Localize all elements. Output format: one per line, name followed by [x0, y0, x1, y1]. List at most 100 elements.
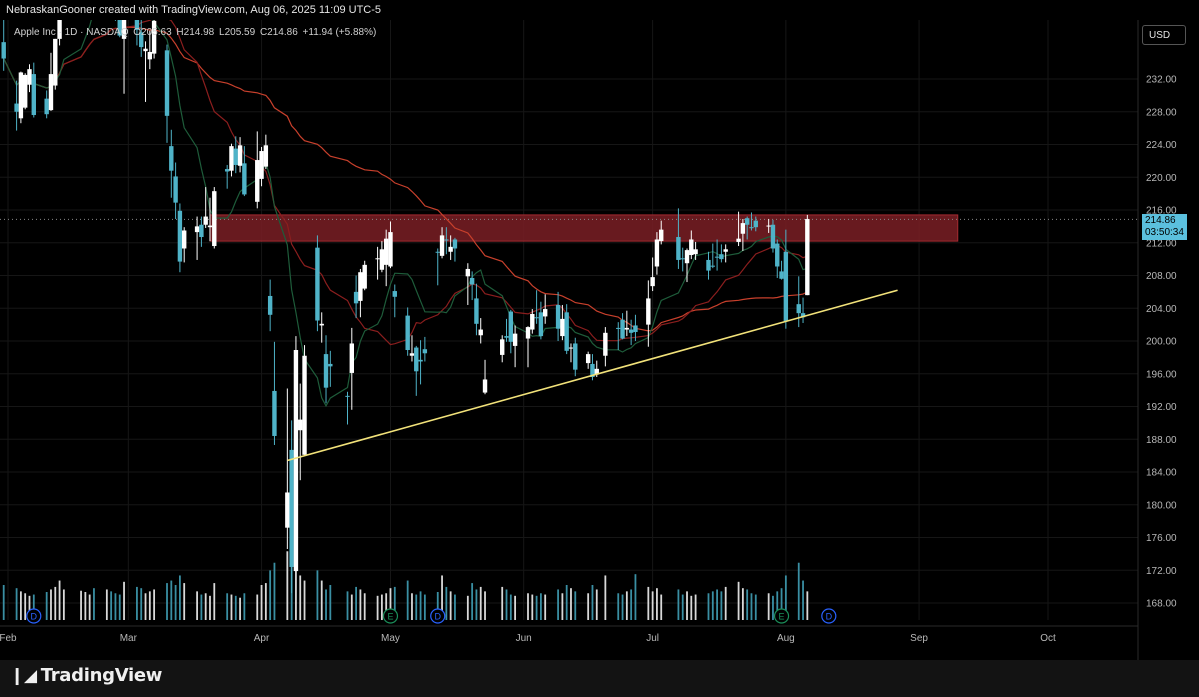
- volume-bar: [62, 589, 65, 620]
- price-chart[interactable]: D E D E D 168.00 172.00 176.00 180.00 184.00 188.0…: [0, 20, 1199, 660]
- volume-bar: [681, 594, 684, 620]
- candle: [796, 276, 801, 328]
- volume-bar: [720, 591, 723, 620]
- candle: [164, 44, 170, 143]
- candle-body: [482, 379, 488, 393]
- candle: [139, 20, 144, 57]
- volume-bar: [200, 594, 203, 620]
- candle: [482, 359, 488, 395]
- time-tick-label: Oct: [1040, 633, 1056, 644]
- volume-bar: [621, 594, 624, 620]
- candle-body: [383, 238, 389, 265]
- candle-body: [27, 69, 32, 85]
- price-tick-label: 200.00: [1146, 337, 1177, 348]
- candle: [779, 260, 784, 280]
- candle-body: [530, 313, 535, 330]
- time-tick-label: Sep: [910, 633, 928, 644]
- price-tick-label: 192.00: [1146, 402, 1177, 413]
- candle-body: [573, 343, 578, 370]
- candle-body: [740, 223, 746, 234]
- volume-bar: [380, 594, 383, 620]
- volume-bar: [445, 586, 448, 620]
- event-marker-label: E: [779, 612, 785, 622]
- volume-bar: [411, 593, 413, 620]
- candle: [680, 247, 685, 272]
- price-tick-label: 176.00: [1146, 533, 1177, 544]
- legend-symbol: Apple Inc · 1D · NASDAQ: [14, 27, 129, 38]
- candle-body: [723, 249, 728, 252]
- currency-button[interactable]: USD: [1142, 25, 1186, 45]
- candle-body: [143, 48, 148, 52]
- last-price-tag: 214.86 03:50:34: [1142, 214, 1187, 240]
- event-marker-dividend: D: [26, 608, 42, 624]
- candle: [263, 134, 269, 170]
- candle: [534, 290, 539, 324]
- candle-body: [633, 325, 638, 332]
- candle-body: [710, 265, 715, 267]
- candle: [770, 219, 776, 253]
- volume-bar: [724, 586, 727, 620]
- volume-bar: [423, 594, 426, 620]
- support-trendline: [287, 289, 898, 462]
- candle: [723, 244, 728, 263]
- candle-body: [224, 169, 230, 172]
- volume-bar: [299, 575, 302, 620]
- tradingview-logo[interactable]: ❙◢ TradingView: [10, 665, 162, 686]
- candle: [585, 351, 591, 369]
- candle: [173, 162, 178, 220]
- candle-body: [349, 343, 355, 373]
- candle: [255, 131, 260, 209]
- candle-body: [242, 163, 247, 195]
- event-marker-earnings: E: [773, 608, 790, 624]
- candle: [1, 20, 6, 71]
- volume-bar: [514, 595, 517, 620]
- event-marker-dividend: D: [430, 608, 446, 624]
- volume-bar: [591, 585, 594, 620]
- volume-bar: [230, 594, 233, 620]
- price-tick-label: 232.00: [1146, 75, 1177, 86]
- candle-body: [285, 492, 290, 528]
- volume-bar: [802, 580, 804, 620]
- volume-bar: [363, 593, 366, 620]
- candle: [53, 38, 58, 90]
- candle-body: [560, 318, 565, 337]
- grid-lines: [0, 20, 1138, 620]
- candle: [267, 279, 273, 332]
- chart-area[interactable]: D E D E D 168.00 172.00 176.00 180.00 184.00 188.0…: [0, 20, 1199, 660]
- volume-bar: [694, 594, 697, 620]
- candle-body: [362, 264, 367, 289]
- candle: [542, 294, 548, 324]
- candle: [504, 318, 509, 342]
- candle-body: [328, 363, 333, 367]
- candle-body: [444, 239, 449, 241]
- volume-bar: [174, 585, 177, 620]
- candle: [620, 313, 625, 340]
- volume-bar: [574, 591, 577, 620]
- volume-bar: [110, 591, 113, 620]
- price-tick-label: 220.00: [1146, 173, 1177, 184]
- candle-body: [358, 272, 363, 301]
- candle: [48, 52, 54, 111]
- candle-body: [48, 74, 54, 111]
- attribution-bar: NebraskanGooner created with TradingView…: [0, 0, 1199, 20]
- volume-bar: [634, 574, 637, 620]
- tradingview-logo-icon: ❙◢: [10, 666, 37, 686]
- price-tick-label: 224.00: [1146, 140, 1177, 151]
- candle: [719, 244, 724, 263]
- time-tick-label: Aug: [777, 633, 795, 644]
- volume-bar: [772, 595, 774, 620]
- volume-bar: [479, 586, 482, 620]
- volume-bar: [625, 591, 628, 620]
- last-price-value: 214.86: [1145, 215, 1176, 226]
- volume-bar: [269, 570, 272, 620]
- volume-bar: [80, 590, 82, 620]
- candle: [805, 214, 810, 296]
- volume-bar: [84, 592, 87, 620]
- candle: [375, 246, 380, 280]
- candle: [362, 260, 367, 291]
- volume-bar: [144, 593, 147, 620]
- candle-body: [169, 146, 174, 171]
- candle-body: [53, 38, 58, 86]
- volume-bar: [226, 593, 229, 620]
- volume-bar: [557, 589, 559, 620]
